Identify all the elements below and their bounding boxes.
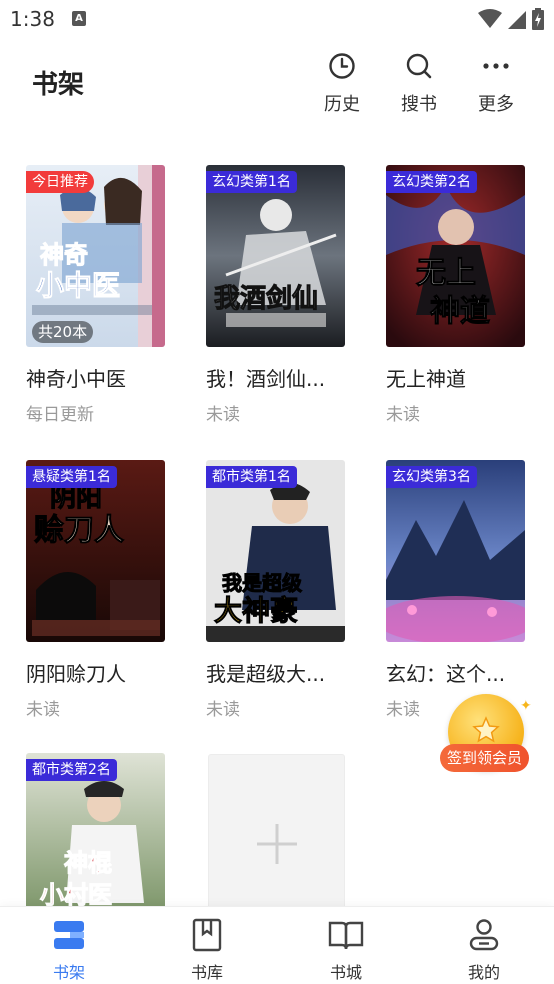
notification-icon: A [72, 11, 86, 26]
book-title: 我是超级大... [206, 662, 326, 686]
plus-icon [256, 824, 297, 864]
system-icons [478, 8, 544, 30]
book-card[interactable]: 神奇 小中医 今日推荐 共20本 神奇小中医 每日更新 [26, 165, 176, 425]
more-button[interactable]: 更多 [466, 52, 526, 118]
rank-badge: 都市类第2名 [26, 759, 117, 781]
book-cover[interactable]: 玄幻类第3名 [386, 460, 525, 642]
book-count-badge: 共20本 [32, 321, 94, 343]
bookstore-icon [328, 921, 364, 950]
status-bar: 1:38 A [0, 0, 554, 40]
book-status: 每日更新 [26, 405, 94, 425]
tab-profile[interactable]: 我的 [444, 917, 524, 983]
book-title: 神奇小中医 [26, 367, 126, 391]
tab-library[interactable]: 书库 [167, 917, 247, 983]
sparkle-icon: ✦ [520, 698, 532, 714]
page-title: 书架 [32, 70, 85, 100]
rank-badge: 都市类第1名 [206, 466, 297, 488]
tab-label: 我的 [467, 963, 500, 982]
bookshelf-icon [54, 921, 84, 949]
book-card[interactable]: 我酒剑仙 玄幻类第1名 我！酒剑仙... 未读 [206, 165, 356, 425]
book-title: 阴阳赊刀人 [26, 662, 126, 686]
book-title: 玄幻：这个... [386, 662, 506, 686]
book-status: 未读 [206, 700, 240, 720]
status-time: 1:38 [10, 7, 55, 31]
tab-label: 书库 [190, 963, 223, 982]
star-icon [472, 716, 500, 743]
book-cover[interactable]: 无上 神道 玄幻类第2名 [386, 165, 525, 347]
book-title: 我！酒剑仙... [206, 367, 326, 391]
wifi-icon [478, 9, 502, 28]
rank-badge: 玄幻类第3名 [386, 466, 477, 488]
signin-label: 签到领会员 [440, 744, 530, 772]
svg-text:我是超级: 我是超级 [222, 571, 302, 595]
history-button[interactable]: 历史 [312, 52, 372, 118]
book-status: 未读 [26, 700, 60, 720]
svg-text:小中医: 小中医 [36, 269, 120, 302]
more-icon [483, 63, 509, 69]
book-status: 未读 [386, 405, 420, 425]
recommend-badge: 今日推荐 [26, 171, 94, 193]
svg-text:小村医: 小村医 [40, 881, 112, 909]
tab-label: 书城 [329, 963, 362, 982]
rank-badge: 悬疑类第1名 [26, 466, 117, 488]
svg-text:赊刀人: 赊刀人 [34, 513, 124, 548]
clock-icon [329, 53, 355, 79]
history-label: 历史 [324, 94, 360, 115]
tab-bookstore[interactable]: 书城 [306, 917, 386, 983]
svg-text:神道: 神道 [430, 294, 490, 329]
cover-title-art: 神奇 小中医 [36, 240, 121, 303]
svg-text:我酒剑仙: 我酒剑仙 [214, 283, 318, 314]
book-cover[interactable]: 我是超级 大神豪 都市类第1名 [206, 460, 345, 642]
search-book-button[interactable]: 搜书 [389, 52, 449, 118]
book-card[interactable]: 阴阳 赊刀人 悬疑类第1名 阴阳赊刀人 未读 [26, 460, 176, 720]
search-label: 搜书 [401, 94, 437, 115]
rank-badge: 玄幻类第1名 [206, 171, 297, 193]
book-cover[interactable]: 阴阳 赊刀人 悬疑类第1名 [26, 460, 165, 642]
bottom-nav: 书架 书库 书城 我的 [0, 906, 554, 984]
svg-text:大神豪: 大神豪 [214, 594, 298, 627]
svg-text:神奇: 神奇 [40, 240, 88, 269]
more-label: 更多 [478, 94, 514, 115]
rank-badge: 玄幻类第2名 [386, 171, 477, 193]
battery-icon [532, 8, 544, 30]
book-card[interactable]: 我是超级 大神豪 都市类第1名 我是超级大... 未读 [206, 460, 356, 720]
profile-icon [469, 919, 499, 951]
book-cover[interactable]: 我酒剑仙 玄幻类第1名 [206, 165, 345, 347]
book-cover[interactable]: 神奇 小中医 今日推荐 共20本 [26, 165, 165, 347]
svg-text:无上: 无上 [416, 256, 476, 291]
signin-vip-button[interactable]: ✦ 签到领会员 [440, 692, 536, 782]
signal-icon [508, 11, 526, 29]
svg-text:神棍: 神棍 [64, 849, 112, 877]
search-icon [406, 53, 432, 79]
book-title: 无上神道 [386, 367, 466, 391]
library-icon [192, 918, 222, 952]
book-status: 未读 [206, 405, 240, 425]
book-card[interactable]: 玄幻类第3名 玄幻：这个... 未读 [386, 460, 536, 720]
tab-label: 书架 [52, 963, 85, 982]
tab-bookshelf[interactable]: 书架 [29, 917, 109, 983]
book-card[interactable]: 无上 神道 玄幻类第2名 无上神道 未读 [386, 165, 536, 425]
